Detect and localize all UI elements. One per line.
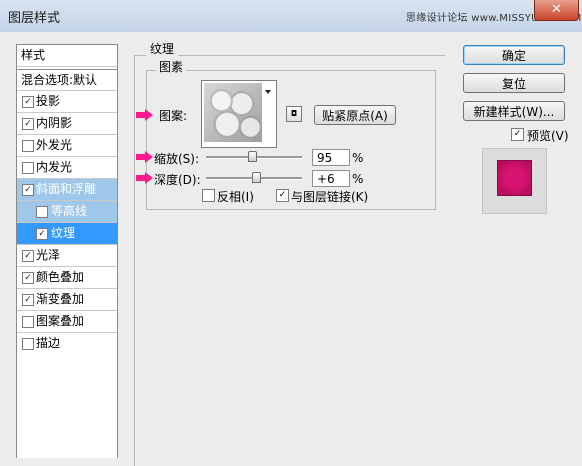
depth-unit: % bbox=[352, 172, 364, 186]
style-item-inner-shadow[interactable]: ✓ 内阴影 bbox=[17, 113, 117, 135]
style-list-header: 样式 bbox=[17, 45, 117, 67]
scale-unit: % bbox=[352, 151, 364, 165]
scale-input[interactable]: 95 bbox=[312, 149, 350, 166]
elements-group-title: 图素 bbox=[156, 58, 187, 75]
stroke-checkbox[interactable] bbox=[22, 338, 34, 350]
style-item-pattern-overlay[interactable]: 图案叠加 bbox=[17, 311, 117, 333]
inner-shadow-checkbox[interactable]: ✓ bbox=[22, 118, 34, 130]
style-item-gradient-overlay[interactable]: ✓ 渐变叠加 bbox=[17, 289, 117, 311]
scale-slider-thumb[interactable] bbox=[248, 151, 257, 162]
close-button[interactable]: ✕ bbox=[534, 0, 579, 21]
style-list: 样式 混合选项:默认 ✓ 投影 ✓ 内阴影 外发光 内发光 ✓ 斜面和浮雕 等高… bbox=[16, 44, 118, 458]
style-item-outer-glow[interactable]: 外发光 bbox=[17, 135, 117, 157]
inner-glow-checkbox[interactable] bbox=[22, 162, 34, 174]
depth-slider-thumb[interactable] bbox=[252, 172, 261, 183]
color-overlay-checkbox[interactable]: ✓ bbox=[22, 272, 34, 284]
snap-to-origin-button[interactable]: 贴紧原点(A) bbox=[314, 105, 396, 125]
gradient-overlay-checkbox[interactable]: ✓ bbox=[22, 294, 34, 306]
texture-panel-title: 纹理 bbox=[146, 40, 179, 57]
new-style-button[interactable]: 新建样式(W)... bbox=[463, 101, 565, 121]
style-item-bevel-emboss[interactable]: ✓ 斜面和浮雕 bbox=[17, 179, 117, 201]
style-item-stroke[interactable]: 描边 bbox=[17, 333, 117, 355]
contour-checkbox[interactable] bbox=[36, 206, 48, 218]
chevron-down-icon[interactable] bbox=[265, 90, 271, 94]
link-with-layer-checkbox[interactable]: ✓ bbox=[276, 189, 289, 202]
window-title: 图层样式 bbox=[8, 11, 61, 26]
preview-label: 预览(V) bbox=[527, 129, 569, 143]
new-preset-icon[interactable]: ◘ bbox=[286, 106, 302, 122]
scale-label: 缩放(S): bbox=[154, 152, 200, 166]
title-bar: 图层样式 思缘设计论坛 www.MISSYUAN.COM ✕ bbox=[0, 0, 582, 33]
depth-label: 深度(D): bbox=[154, 173, 201, 187]
invert-checkbox[interactable] bbox=[202, 189, 215, 202]
style-item-drop-shadow[interactable]: ✓ 投影 bbox=[17, 91, 117, 113]
pattern-label: 图案: bbox=[159, 109, 188, 123]
link-with-layer-label: 与图层链接(K) bbox=[291, 190, 369, 204]
style-preview-swatch bbox=[497, 160, 532, 196]
style-item-contour[interactable]: 等高线 bbox=[17, 201, 117, 223]
depth-input[interactable]: +6 bbox=[312, 170, 350, 187]
bevel-emboss-checkbox[interactable]: ✓ bbox=[22, 184, 34, 196]
outer-glow-checkbox[interactable] bbox=[22, 140, 34, 152]
style-item-color-overlay[interactable]: ✓ 颜色叠加 bbox=[17, 267, 117, 289]
preview-checkbox[interactable]: ✓ bbox=[511, 128, 524, 141]
pattern-overlay-checkbox[interactable] bbox=[22, 316, 34, 328]
style-item-inner-glow[interactable]: 内发光 bbox=[17, 157, 117, 179]
pattern-thumbnail[interactable] bbox=[204, 83, 262, 142]
ok-button[interactable]: 确定 bbox=[463, 45, 565, 65]
satin-checkbox[interactable]: ✓ bbox=[22, 250, 34, 262]
invert-label: 反相(I) bbox=[217, 190, 254, 204]
drop-shadow-checkbox[interactable]: ✓ bbox=[22, 96, 34, 108]
style-item-satin[interactable]: ✓ 光泽 bbox=[17, 245, 117, 267]
style-item-texture[interactable]: ✓ 纹理 bbox=[17, 223, 117, 245]
reset-button[interactable]: 复位 bbox=[463, 73, 565, 93]
texture-checkbox[interactable]: ✓ bbox=[36, 228, 48, 240]
blend-options-item[interactable]: 混合选项:默认 bbox=[17, 69, 117, 91]
